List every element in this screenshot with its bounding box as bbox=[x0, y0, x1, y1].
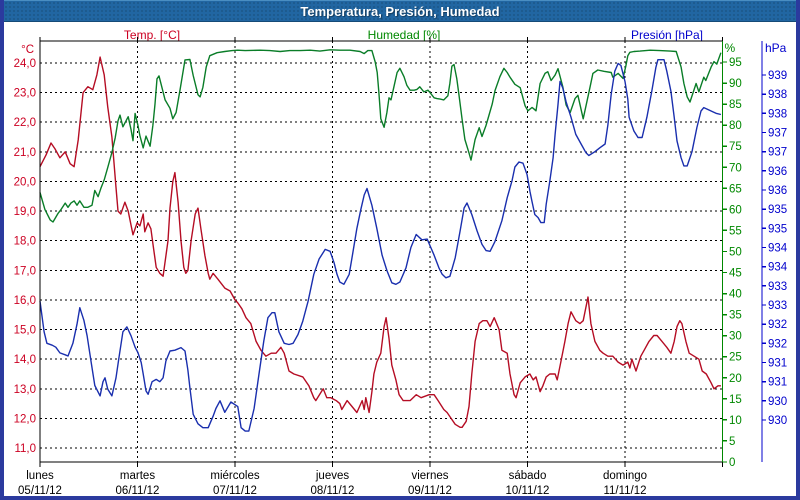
pressure-tick-label: 935 bbox=[768, 204, 787, 216]
temperature-tick-label: 13,0 bbox=[14, 384, 36, 396]
temperature-unit-label: °C bbox=[21, 44, 34, 56]
temperature-tick-label: 15,0 bbox=[14, 325, 36, 337]
pressure-axis: 939 938 938 937 937 936 936 935 935 934 934 933 933 9… bbox=[762, 41, 788, 462]
humidity-tick-label: 55 bbox=[729, 225, 742, 237]
day-date-label: 09/11/12 bbox=[408, 485, 452, 497]
temperature-tick-label: 21,0 bbox=[14, 147, 36, 159]
pressure-tick-label: 934 bbox=[768, 262, 788, 274]
humidity-series bbox=[40, 50, 721, 222]
weather-chart-window: Temperatura, Presión, Humedad Temp. [°C]… bbox=[0, 0, 800, 500]
day-date-label: 11/11/12 bbox=[603, 485, 646, 497]
temperature-tick-label: 17,0 bbox=[14, 265, 36, 277]
pressure-tick-label: 939 bbox=[768, 70, 787, 82]
humidity-tick-label: 5 bbox=[729, 436, 735, 448]
pressure-unit-label: hPa bbox=[765, 41, 787, 55]
humidity-tick-label: 75 bbox=[729, 141, 742, 153]
pressure-tick-label: 937 bbox=[768, 128, 787, 140]
pressure-tick-label: 937 bbox=[768, 147, 787, 159]
day-date-label: 06/11/12 bbox=[116, 485, 160, 497]
humidity-tick-label: 70 bbox=[729, 162, 742, 174]
temperature-tick-label: 12,0 bbox=[14, 413, 36, 425]
pressure-tick-label: 933 bbox=[768, 300, 787, 312]
pressure-tick-label: 931 bbox=[768, 358, 787, 370]
day-labels: lunes 05/11/12 martes 06/11/12 miércoles 07/1… bbox=[18, 470, 647, 497]
day-name-label: martes bbox=[120, 470, 155, 482]
humidity-axis: 95908580757065605550454035302520151050% bbox=[723, 41, 742, 469]
humidity-tick-label: 90 bbox=[729, 78, 742, 90]
temperature-tick-label: 11,0 bbox=[14, 443, 36, 455]
pressure-tick-label: 933 bbox=[768, 281, 787, 293]
pressure-tick-label: 936 bbox=[768, 185, 787, 197]
temperature-tick-label: 22,0 bbox=[14, 117, 36, 129]
humidity-tick-label: 65 bbox=[729, 183, 742, 195]
temperature-tick-label: 18,0 bbox=[14, 236, 36, 248]
pressure-tick-label: 934 bbox=[768, 243, 788, 255]
pressure-tick-label: 930 bbox=[768, 415, 787, 427]
temperature-tick-label: 14,0 bbox=[14, 354, 36, 366]
humidity-tick-label: 80 bbox=[729, 120, 742, 132]
humidity-tick-label: 20 bbox=[729, 373, 742, 385]
humidity-tick-label: 15 bbox=[729, 394, 742, 406]
day-name-label: jueves bbox=[315, 470, 349, 482]
humidity-tick-label: 60 bbox=[729, 204, 742, 216]
humidity-unit-label: % bbox=[725, 41, 736, 55]
humidity-tick-label: 45 bbox=[729, 268, 742, 280]
day-date-label: 08/11/12 bbox=[311, 485, 355, 497]
day-name-label: domingo bbox=[603, 470, 647, 482]
pressure-tick-label: 938 bbox=[768, 108, 787, 120]
day-name-label: viernes bbox=[411, 470, 448, 482]
humidity-tick-label: 40 bbox=[729, 289, 742, 301]
day-name-label: miércoles bbox=[210, 470, 259, 482]
humidity-tick-label: 30 bbox=[729, 331, 742, 343]
day-name-label: sábado bbox=[509, 470, 547, 482]
pressure-tick-label: 938 bbox=[768, 89, 787, 101]
pressure-tick-label: 930 bbox=[768, 396, 787, 408]
pressure-tick-label: 932 bbox=[768, 338, 787, 350]
temperature-tick-label: 16,0 bbox=[14, 295, 36, 307]
pressure-tick-label: 931 bbox=[768, 377, 787, 389]
humidity-tick-label: 35 bbox=[729, 310, 742, 322]
day-date-label: 10/11/12 bbox=[506, 485, 550, 497]
temperature-tick-label: 19,0 bbox=[14, 206, 36, 218]
pressure-tick-label: 936 bbox=[768, 166, 787, 178]
humidity-tick-label: 85 bbox=[729, 99, 742, 111]
temperature-tick-label: 20,0 bbox=[14, 176, 36, 188]
temperature-tick-label: 24,0 bbox=[14, 58, 36, 70]
pressure-tick-label: 935 bbox=[768, 223, 787, 235]
chart-canvas: 24,0 23,0 22,0 21,0 20,0 19,0 18,0 17,0 16,0 15,0… bbox=[0, 0, 800, 500]
humidity-tick-label: 25 bbox=[729, 352, 742, 364]
day-name-label: lunes bbox=[26, 470, 54, 482]
humidity-tick-label: 10 bbox=[729, 415, 742, 427]
humidity-tick-label: 95 bbox=[729, 57, 742, 69]
temperature-tick-label: 23,0 bbox=[14, 88, 36, 100]
temperature-axis-labels: 24,0 23,0 22,0 21,0 20,0 19,0 18,0 17,0 16,0 15,0… bbox=[14, 44, 36, 455]
pressure-tick-label: 932 bbox=[768, 319, 787, 331]
humidity-tick-label: 50 bbox=[729, 246, 742, 258]
day-date-label: 05/11/12 bbox=[18, 485, 62, 497]
day-date-label: 07/11/12 bbox=[213, 485, 257, 497]
humidity-tick-label: 0 bbox=[729, 457, 735, 469]
